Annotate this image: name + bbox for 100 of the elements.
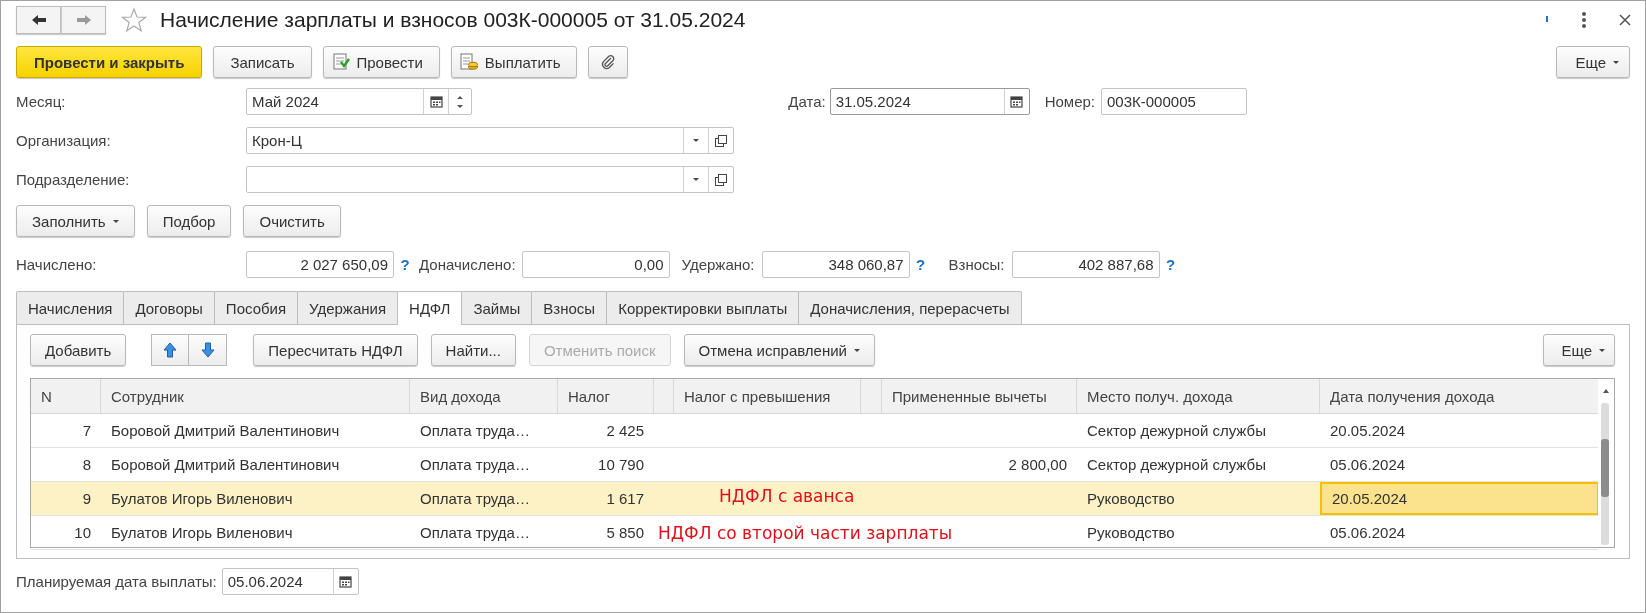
calendar-icon[interactable] <box>339 575 353 588</box>
table-cell-text: 05.06.2024 <box>1329 523 1407 543</box>
amount-field[interactable]: 2 027 650,09 <box>246 251 394 278</box>
document-coins-icon <box>459 53 478 71</box>
action-button[interactable]: Заполнить <box>16 205 135 237</box>
table-cell-text: 1 617 <box>605 489 645 509</box>
more-button[interactable]: Еще <box>1556 46 1630 78</box>
table-cell-text: Сектор дежурной службы <box>1086 455 1267 475</box>
table-cell-text: 2 425 <box>605 421 645 441</box>
annotation-text: НДФЛ с аванса <box>719 484 855 508</box>
column-header[interactable]: Вид дохода <box>410 379 558 413</box>
table-cell-text: 2 800,00 <box>1007 455 1068 475</box>
column-header[interactable]: Налог с превышения <box>674 379 861 413</box>
table-row[interactable]: 9 Булатов Игорь Виленович Оплата труда… 1 617 НДФЛ с аванса Руководство 20.05.2024 <box>31 482 1598 516</box>
column-header[interactable]: Налог <box>558 379 654 413</box>
planned-date-field[interactable]: 05.06.2024 <box>221 568 359 595</box>
open-icon[interactable] <box>715 134 727 147</box>
toolbar-button[interactable]: Добавить <box>30 334 127 366</box>
department-field[interactable] <box>246 166 734 193</box>
move-down-button[interactable] <box>189 334 228 366</box>
calendar-icon[interactable] <box>429 95 443 108</box>
table-row[interactable]: 7 Боровой Дмитрий Валентинович Оплата труда… 2 425 Сектор дежурной службы 20.05.2024 <box>31 414 1598 448</box>
tab[interactable]: Займы <box>461 291 533 324</box>
column-header[interactable]: N <box>31 379 101 413</box>
caret-icon <box>1613 60 1619 64</box>
number-field[interactable]: 003К-000005 <box>1101 88 1247 115</box>
amount-field[interactable]: 0,00 <box>521 251 670 278</box>
table-row[interactable]: 10 Булатов Игорь Виленович Оплата труда… 5 850 НДФЛ со второй части зарплаты Руководство 05.06.2024 <box>31 516 1598 550</box>
help-link[interactable]: ? <box>394 256 416 273</box>
toolbar-button[interactable]: Пересчитать НДФЛ <box>253 334 418 366</box>
tab[interactable]: Договоры <box>123 291 215 324</box>
post-button[interactable]: Провести <box>322 46 440 78</box>
menu-icon[interactable] <box>1581 11 1587 29</box>
down-arrow-icon <box>200 342 215 358</box>
column-header[interactable]: Место получ. дохода <box>1077 379 1320 413</box>
table-cell-text: Руководство <box>1086 523 1176 543</box>
field-label: Начислено: <box>16 256 98 273</box>
scrollbar-thumb[interactable] <box>1601 439 1609 497</box>
back-arrow-icon <box>30 14 47 26</box>
table-cell-text: 10 <box>73 523 92 543</box>
field-label: Доначислено: <box>419 256 516 273</box>
calendar-icon[interactable] <box>1010 95 1024 108</box>
column-header[interactable]: Сотрудник <box>101 379 410 413</box>
up-arrow-icon <box>163 342 178 358</box>
marker-icon <box>1546 16 1549 24</box>
action-button[interactable]: Подбор <box>146 205 232 237</box>
table-cell-text: Булатов Игорь Виленович <box>110 523 294 543</box>
tab[interactable]: Взносы <box>531 291 608 324</box>
table-cell-text: Оплата труда… <box>419 489 531 509</box>
table-cell-text: Руководство <box>1086 489 1176 509</box>
annotation-text: НДФЛ со второй части зарплаты <box>658 521 953 545</box>
field-label: Месяц: <box>16 93 67 110</box>
post-and-close-button[interactable]: Провести и закрыть <box>16 46 203 78</box>
field-label: Удержано: <box>681 256 755 273</box>
field-label: Подразделение: <box>16 171 131 188</box>
date-field[interactable]: 31.05.2024 <box>829 88 1030 115</box>
table-cell-text: Сектор дежурной службы <box>1086 421 1267 441</box>
help-link[interactable]: ? <box>909 256 932 273</box>
dropdown-icon[interactable] <box>693 178 699 181</box>
tab[interactable]: Удержания <box>297 291 399 324</box>
column-header[interactable]: Примененные вычеты <box>882 379 1077 413</box>
field-label: Номер: <box>1044 93 1095 110</box>
month-field[interactable]: Май 2024 <box>246 88 472 115</box>
move-up-button[interactable] <box>151 334 190 366</box>
star-icon[interactable] <box>121 7 147 33</box>
attach-button[interactable] <box>588 46 629 78</box>
help-link[interactable]: ? <box>1159 256 1182 273</box>
action-button[interactable]: Очистить <box>243 205 341 237</box>
table-cell-text: 8 <box>81 455 92 475</box>
document-check-icon <box>331 53 350 71</box>
tab[interactable]: Корректировки выплаты <box>606 291 800 324</box>
tab[interactable]: Пособия <box>213 291 299 324</box>
save-button[interactable]: Записать <box>213 46 312 78</box>
tab[interactable]: Начисления <box>16 291 125 324</box>
open-icon[interactable] <box>715 173 727 186</box>
table-cell-text: 05.06.2024 <box>1329 455 1407 475</box>
toolbar-button[interactable]: Найти... <box>430 334 516 366</box>
table-cell-text: 10 790 <box>597 455 645 475</box>
amount-field[interactable]: 402 887,68 <box>1011 251 1160 278</box>
table-cell-text: 5 850 <box>605 523 645 543</box>
scroll-up-icon <box>1603 389 1609 393</box>
field-label: Дата: <box>788 93 826 110</box>
pay-button[interactable]: Выплатить <box>450 46 578 78</box>
table-cell-text: Оплата труда… <box>419 523 531 543</box>
table-cell-text: 9 <box>81 489 92 509</box>
table-cell-text: Боровой Дмитрий Валентинович <box>110 455 341 475</box>
organization-field[interactable]: Крон-Ц <box>246 127 734 154</box>
dropdown-icon[interactable] <box>693 139 699 142</box>
field-label: Организация: <box>16 132 112 149</box>
tab[interactable]: Доначисления, перерасчеты <box>798 291 1022 324</box>
more-button[interactable]: Еще <box>1543 334 1615 366</box>
amount-field[interactable]: 348 060,87 <box>761 251 910 278</box>
toolbar-button[interactable]: Отмена исправлений <box>683 334 875 366</box>
table-cell: 20.05.2024 <box>1320 482 1599 515</box>
tab[interactable]: НДФЛ <box>397 291 463 325</box>
table-cell-text: Оплата труда… <box>419 421 531 441</box>
back-button[interactable] <box>16 6 61 34</box>
table-cell-text: 20.05.2024 <box>1329 421 1407 441</box>
window-title: Начисление зарплаты и взносов 003К-000005 от 31.05.2024 <box>160 8 746 32</box>
close-icon[interactable] <box>1619 14 1631 26</box>
